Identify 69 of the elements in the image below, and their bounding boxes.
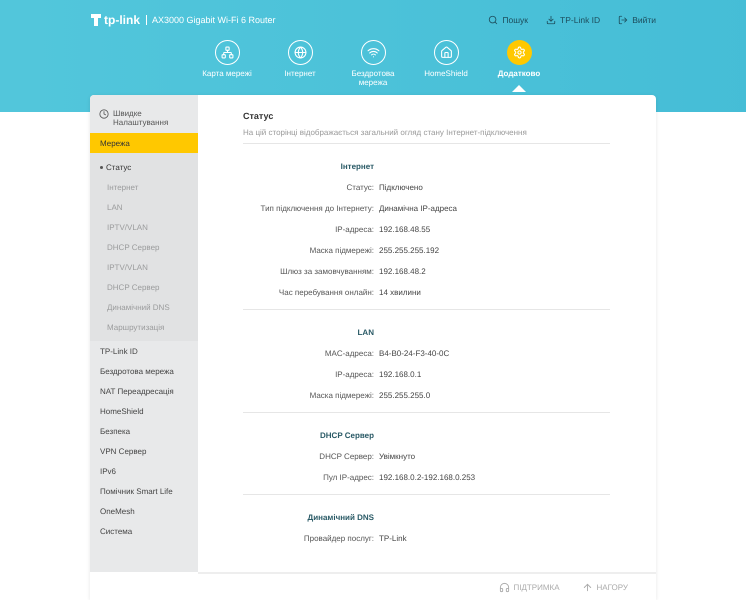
submenu-item[interactable]: Статус [90, 157, 198, 177]
quick-setup-link[interactable]: Швидке Налаштування [90, 109, 198, 133]
sidebar-item[interactable]: IPv6 [90, 461, 198, 481]
submenu-item[interactable]: Маршрутизація [90, 317, 198, 337]
search-icon [488, 15, 498, 25]
sidebar-item[interactable]: NAT Переадресація [90, 381, 198, 401]
submenu-item[interactable]: DHCP Сервер [90, 277, 198, 297]
sidebar-item[interactable]: Бездротова мережа [90, 361, 198, 381]
field-label: Маска підмережі: [308, 246, 374, 255]
download-icon [546, 15, 556, 25]
field-value: Увімкнуто [378, 452, 416, 461]
field-label: Статус: [345, 183, 374, 192]
sidebar-item[interactable]: Система [90, 521, 198, 541]
brand-logo: tp-link [90, 13, 140, 27]
headset-icon [498, 582, 510, 592]
sidebar-item[interactable]: OneMesh [90, 501, 198, 521]
globe-icon [288, 40, 312, 65]
field-label: Час перебування онлайн: [278, 288, 374, 297]
field-label: Провайдер послуг: [302, 534, 374, 543]
field-value: 255.255.255.0 [378, 391, 430, 400]
field-value: 192.168.0.2-192.168.0.253 [378, 473, 476, 482]
field-value: 192.168.48.55 [378, 225, 430, 234]
footer-link[interactable]: ПІДТРИМКА [498, 582, 560, 592]
field-value: Динамічна IP-адреса [378, 204, 457, 213]
sidebar-item[interactable]: VPN Сервер [90, 441, 198, 461]
submenu-item[interactable]: IPTV/VLAN [90, 257, 198, 277]
sidebar-item[interactable]: Помічник Smart Life [90, 481, 198, 501]
wifi-icon [360, 40, 386, 65]
router-model: AX3000 Gigabit Wi-Fi 6 Router [146, 15, 276, 25]
page-description: На цій сторінці відображається загальний огляд стану Інтернет-підключення [243, 121, 610, 144]
field-label: Тип підключення до Інтернету: [260, 204, 374, 213]
field-value: TP-Link [378, 534, 407, 543]
sidebar-item[interactable]: TP-Link ID [90, 341, 198, 361]
field-value: 14 хвилини [378, 288, 421, 297]
header-link[interactable]: TP-Link ID [546, 15, 600, 25]
header-link[interactable]: Вийти [618, 15, 656, 25]
submenu-item[interactable]: Інтернет [90, 177, 198, 197]
header-link[interactable]: Пошук [488, 15, 528, 25]
footer-link[interactable]: НАГОРУ [582, 582, 628, 592]
field-value: 255.255.255.192 [378, 246, 440, 255]
field-label: Шлюз за замовчуванням: [279, 267, 374, 276]
section-title: Інтернет [340, 162, 374, 171]
submenu-item[interactable]: DHCP Сервер [90, 237, 198, 257]
field-label: MAC-адреса: [324, 349, 374, 358]
arrow-up-icon [582, 582, 593, 592]
field-label: IP-адреса: [334, 225, 374, 234]
submenu-item[interactable]: IPTV/VLAN [90, 217, 198, 237]
field-value: 192.168.48.2 [378, 267, 426, 276]
sidebar-item[interactable]: Мережа [90, 133, 198, 153]
section-title: DHCP Сервер [318, 431, 374, 440]
submenu-item[interactable]: LAN [90, 197, 198, 217]
field-label: IP-адреса: [334, 370, 374, 379]
sidebar-item[interactable]: Безпека [90, 421, 198, 441]
field-label: Пул IP-адрес: [322, 473, 374, 482]
logout-icon [618, 15, 628, 25]
sidebar-item[interactable]: HomeShield [90, 401, 198, 421]
submenu-item[interactable]: Динамічний DNS [90, 297, 198, 317]
section-title: LAN [356, 328, 374, 337]
field-value: 192.168.0.1 [378, 370, 422, 379]
house-icon [434, 40, 458, 65]
field-value: Підключено [378, 183, 423, 192]
section-title: Динамічний DNS [306, 513, 374, 522]
field-label: Маска підмережі: [308, 391, 374, 400]
field-value: B4-B0-24-F3-40-0C [378, 349, 450, 358]
bullet-icon [100, 166, 103, 168]
network-icon [214, 40, 240, 65]
field-label: DHCP Сервер: [318, 452, 374, 461]
page-title: Статус [243, 111, 274, 121]
clock-icon [99, 109, 109, 119]
